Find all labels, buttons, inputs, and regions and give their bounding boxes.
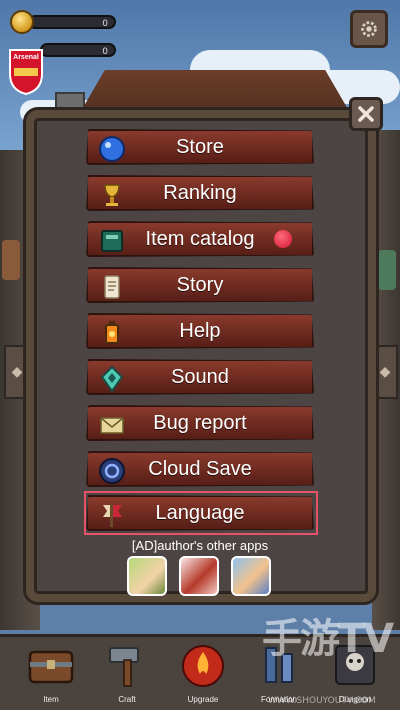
close-button[interactable] — [349, 97, 383, 131]
fire-orb-icon — [182, 645, 224, 687]
menu-item-help[interactable]: Help — [86, 313, 314, 349]
menu-item-label: Item catalog — [145, 227, 255, 250]
tab-upgrade[interactable]: Upgrade — [168, 640, 238, 706]
tab-item[interactable]: Item — [16, 640, 86, 706]
lantern-icon — [105, 321, 119, 344]
tab-label: Craft — [118, 695, 136, 704]
chest-icon — [28, 650, 74, 684]
ad-app-thumbnail[interactable] — [179, 556, 219, 596]
tab-label: Item — [43, 695, 59, 704]
coin-counter: 0 — [28, 15, 116, 29]
hammer-icon — [109, 647, 139, 687]
envelope-icon — [100, 417, 124, 434]
blue-orb-icon — [99, 136, 125, 162]
menu-item-sound[interactable]: Sound — [86, 359, 314, 395]
coin-icon — [10, 10, 34, 34]
npc-character — [378, 250, 396, 290]
ad-app-thumbnail[interactable] — [231, 556, 271, 596]
close-icon — [358, 106, 374, 122]
ad-app-thumbnail[interactable] — [127, 556, 167, 596]
menu-item-label: Bug report — [153, 411, 247, 434]
green-book-icon — [101, 230, 123, 252]
red-banner-icon — [103, 503, 122, 527]
ad-label: [AD]author's other apps — [131, 538, 269, 553]
scroll-icon — [104, 275, 120, 299]
menu-item-ranking[interactable]: Ranking — [86, 175, 314, 211]
menu-item-label: Store — [176, 135, 224, 158]
menu-item-label: Language — [155, 501, 245, 524]
teal-crystal-icon — [100, 365, 124, 393]
menu-item-language[interactable]: Language — [86, 495, 314, 531]
tab-craft[interactable]: Craft — [92, 640, 162, 706]
menu-item-label: Story — [176, 273, 224, 296]
menu-item-store[interactable]: Store — [86, 129, 314, 165]
badge-label: Arsenal — [13, 54, 39, 61]
gem-counter: 0 — [40, 43, 116, 57]
menu-item-bug-report[interactable]: Bug report — [86, 405, 314, 441]
blue-portal-icon — [99, 458, 125, 484]
gear-icon — [361, 21, 377, 37]
arsenal-badge-icon: Arsenal — [6, 44, 46, 96]
menu-item-label: Cloud Save — [148, 457, 252, 480]
npc-character — [2, 240, 20, 280]
tab-label: Upgrade — [187, 695, 219, 704]
notification-dot — [274, 230, 292, 248]
menu-item-label: Help — [179, 319, 221, 342]
menu-item-story[interactable]: Story — [86, 267, 314, 303]
menu-item-label: Sound — [171, 365, 229, 388]
watermark-url: WWW.SHOUYOUTV.COM — [268, 696, 376, 706]
menu-item-cloud-save[interactable]: Cloud Save — [86, 451, 314, 487]
watermark: 手游TV — [262, 616, 394, 662]
gold-goblet-icon — [104, 184, 120, 206]
settings-button[interactable] — [350, 10, 388, 48]
menu-item-label: Ranking — [163, 181, 237, 204]
